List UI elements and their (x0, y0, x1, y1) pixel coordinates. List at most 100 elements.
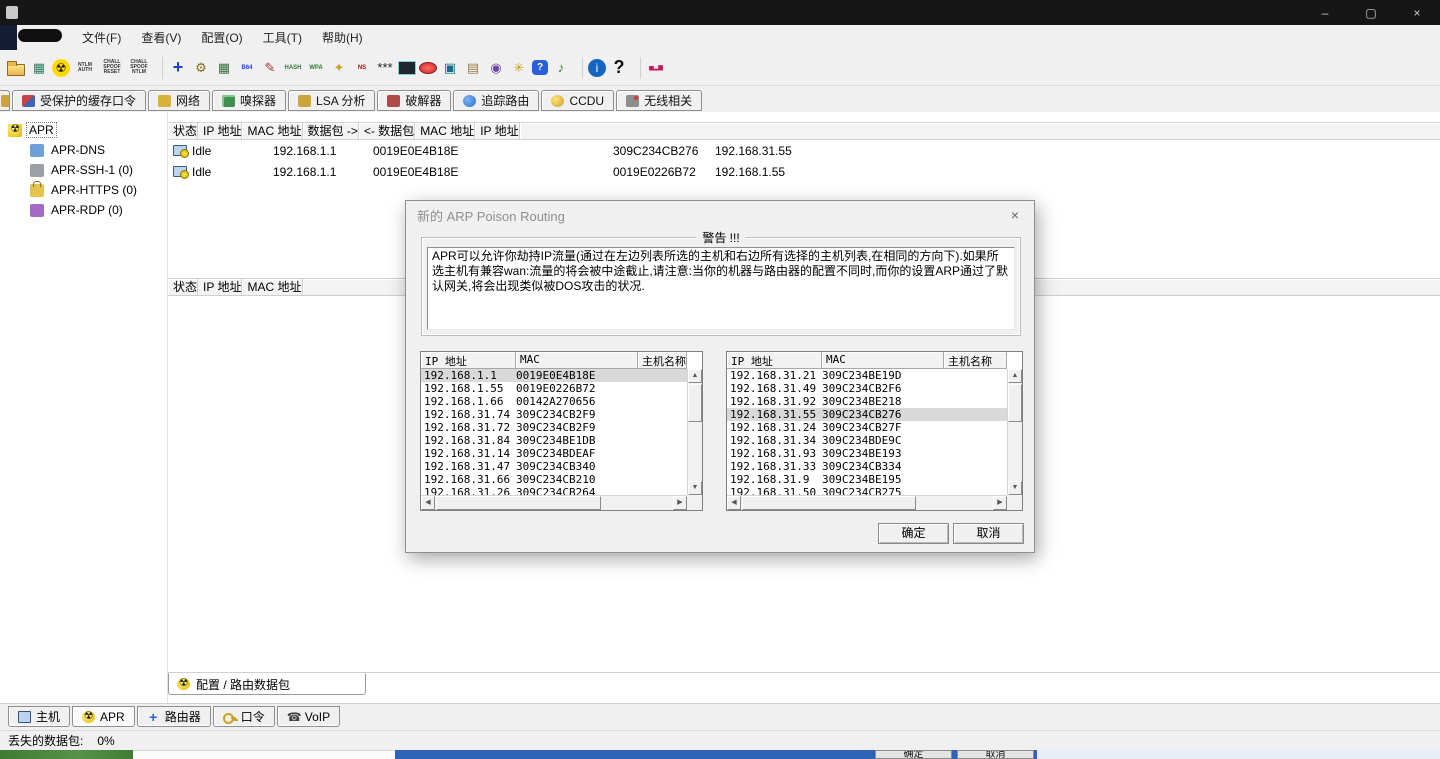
column-header[interactable]: 状态 (168, 278, 199, 296)
help-icon[interactable]: ? (609, 56, 629, 80)
wireless-scan-icon[interactable]: ✳ (509, 56, 529, 80)
ok-button[interactable]: 确定 (878, 523, 949, 544)
ntlm-auth-icon[interactable]: NTLM AUTH (73, 56, 97, 80)
scroll-up-button[interactable]: ▲ (688, 369, 702, 383)
grid-icon[interactable]: ▦ (214, 56, 234, 80)
ns-lookup-icon[interactable]: NS (352, 56, 372, 80)
host-list-row[interactable]: 192.168.31.55 309C234CB276 (727, 408, 1007, 421)
about-icon[interactable]: i (588, 58, 606, 77)
menu-item[interactable]: 查看(V) (131, 25, 191, 50)
host-list-row[interactable]: 192.168.31.26 309C234CB264 (421, 486, 687, 495)
certificates-icon[interactable]: ▤ (463, 56, 483, 80)
host-list-row[interactable]: 192.168.31.9 309C234BE195 (727, 473, 1007, 486)
tab-traceroute[interactable]: 追踪路由 (453, 90, 540, 111)
sidebar-item-apr[interactable]: APR (0, 120, 167, 140)
scroll-right-button[interactable]: ▶ (993, 496, 1007, 510)
sidebar-item-apr-dns[interactable]: APR-DNS (22, 140, 167, 160)
cancel-button[interactable]: 取消 (953, 523, 1024, 544)
chall-spoof-reset-icon[interactable]: CHALL SPOOF RESET (100, 56, 124, 80)
stats-icon[interactable]: ▅▂▆ (646, 56, 666, 80)
horizontal-scrollbar[interactable]: ◀ ▶ (421, 495, 687, 510)
base64-icon[interactable]: B64 (237, 56, 257, 80)
host-list-row[interactable]: 192.168.1.1 0019E0E4B18E (421, 369, 687, 382)
scroll-down-button[interactable]: ▼ (688, 481, 702, 495)
column-header[interactable]: MAC 地址 (242, 278, 303, 296)
bottom-tab-voip[interactable]: VoIP (276, 706, 341, 727)
host-list-row[interactable]: 192.168.31.34 309C234BDE9C (727, 434, 1007, 447)
tab-protected-cache-passwords[interactable]: 受保护的缓存口令 (12, 90, 147, 111)
tab-wireless[interactable]: 无线相关 (616, 90, 703, 111)
add-to-list-icon[interactable]: + (168, 56, 188, 80)
host-list-row[interactable]: 192.168.31.49 309C234CB2F6 (727, 382, 1007, 395)
host-list-column-header[interactable]: IP 地址 (727, 352, 822, 369)
tab-lsa[interactable]: LSA 分析 (288, 90, 376, 111)
globes-icon[interactable]: ◉ (486, 56, 506, 80)
host-list-column-header[interactable]: MAC (822, 352, 944, 369)
maximize-button[interactable]: ▢ (1348, 0, 1394, 25)
bottom-tab-passwords[interactable]: 口令 (212, 706, 275, 727)
column-header[interactable]: IP 地址 (198, 122, 243, 140)
host-list-row[interactable]: 192.168.1.55 0019E0226B72 (421, 382, 687, 395)
hash-calculator-icon[interactable]: HASH (283, 56, 303, 80)
background-ok-button[interactable]: 确定 (875, 750, 952, 759)
host-list-row[interactable]: 192.168.1.66 00142A270656 (421, 395, 687, 408)
scroll-up-button[interactable]: ▲ (1008, 369, 1022, 383)
host-list-column-header[interactable]: 主机名称 (944, 352, 1007, 369)
host-list-row[interactable]: 192.168.31.14 309C234BDEAF (421, 447, 687, 460)
host-list-row[interactable]: 192.168.31.66 309C234CB210 (421, 473, 687, 486)
table-row[interactable]: Idle 192.168.1.1 0019E0E4B18E 309C234CB2… (168, 140, 1440, 161)
background-cancel-button[interactable]: 取消 (957, 750, 1034, 759)
tab-ccdu[interactable]: CCDU (541, 90, 615, 111)
column-header[interactable]: 状态 (168, 122, 199, 140)
scrollbar-thumb[interactable] (742, 496, 916, 510)
column-header[interactable]: IP 地址 (475, 122, 520, 140)
scroll-right-button[interactable]: ▶ (673, 496, 687, 510)
host-list-column-header[interactable]: IP 地址 (421, 352, 516, 369)
asterisks-icon[interactable]: *** (375, 56, 395, 80)
host-list-row[interactable]: 192.168.31.21 309C234BE19D (727, 369, 1007, 382)
column-header[interactable]: MAC 地址 (242, 122, 303, 140)
tab-cracker[interactable]: 破解器 (377, 90, 452, 111)
column-header[interactable]: 数据包 -> (302, 122, 359, 140)
tab-sniffer[interactable]: 嗅探器 (212, 90, 287, 111)
bottom-tab-hosts[interactable]: 主机 (8, 706, 71, 727)
menu-item[interactable]: 工具(T) (253, 25, 312, 50)
sidebar-item-apr-rdp[interactable]: APR-RDP (0) (22, 200, 167, 220)
host-list-row[interactable]: 192.168.31.72 309C234CB2F9 (421, 421, 687, 434)
menu-item[interactable]: 文件(F) (72, 25, 131, 50)
network-card-icon[interactable]: ▦ (29, 56, 49, 80)
tftp-icon[interactable]: ▣ (440, 56, 460, 80)
horizontal-scrollbar[interactable]: ◀ ▶ (727, 495, 1007, 510)
host-list-row[interactable]: 192.168.31.92 309C234BE218 (727, 395, 1007, 408)
host-list-row[interactable]: 192.168.31.74 309C234CB2F9 (421, 408, 687, 421)
host-list-row[interactable]: 192.168.31.93 309C234BE193 (727, 447, 1007, 460)
host-list-column-header[interactable]: MAC (516, 352, 638, 369)
table-row[interactable]: Idle 192.168.1.1 0019E0E4B18E 0019E0226B… (168, 161, 1440, 182)
query-icon[interactable]: ? (532, 60, 548, 75)
sidebar-item-apr-ssh[interactable]: APR-SSH-1 (0) (22, 160, 167, 180)
close-button[interactable]: × (1394, 0, 1440, 25)
sidebar-item-apr-https[interactable]: APR-HTTPS (0) (22, 180, 167, 200)
scroll-down-button[interactable]: ▼ (1008, 481, 1022, 495)
host-list-row[interactable]: 192.168.31.50 309C234CB275 (727, 486, 1007, 495)
scrollbar-thumb[interactable] (688, 384, 702, 422)
column-header[interactable]: IP 地址 (198, 278, 243, 296)
column-header[interactable]: <- 数据包 (358, 122, 416, 140)
scroll-left-button[interactable]: ◀ (727, 496, 741, 510)
view-tab-config-routing[interactable]: 配置 / 路由数据包 (168, 673, 366, 695)
chall-spoof-ntlm-icon[interactable]: CHALL SPOOF NTLM (127, 56, 151, 80)
minimize-button[interactable]: – (1302, 0, 1348, 25)
tab-stub[interactable] (0, 90, 10, 111)
menu-item[interactable]: 配置(O) (191, 25, 252, 50)
tab-network[interactable]: 网络 (148, 90, 211, 111)
scrollbar-thumb[interactable] (1008, 384, 1022, 422)
host-list-row[interactable]: 192.168.31.24 309C234CB27F (727, 421, 1007, 434)
radioactive-icon[interactable]: ☢ (52, 58, 70, 77)
host-list-row[interactable]: 192.168.31.84 309C234BE1DB (421, 434, 687, 447)
vertical-scrollbar[interactable]: ▲ ▼ (1007, 369, 1022, 495)
open-folder-icon[interactable] (6, 60, 26, 76)
vertical-scrollbar[interactable]: ▲ ▼ (687, 369, 702, 495)
host-list-row[interactable]: 192.168.31.33 309C234CB334 (727, 460, 1007, 473)
editor-icon[interactable]: ✎ (260, 56, 280, 80)
wpa-calculator-icon[interactable]: WPA (306, 56, 326, 80)
